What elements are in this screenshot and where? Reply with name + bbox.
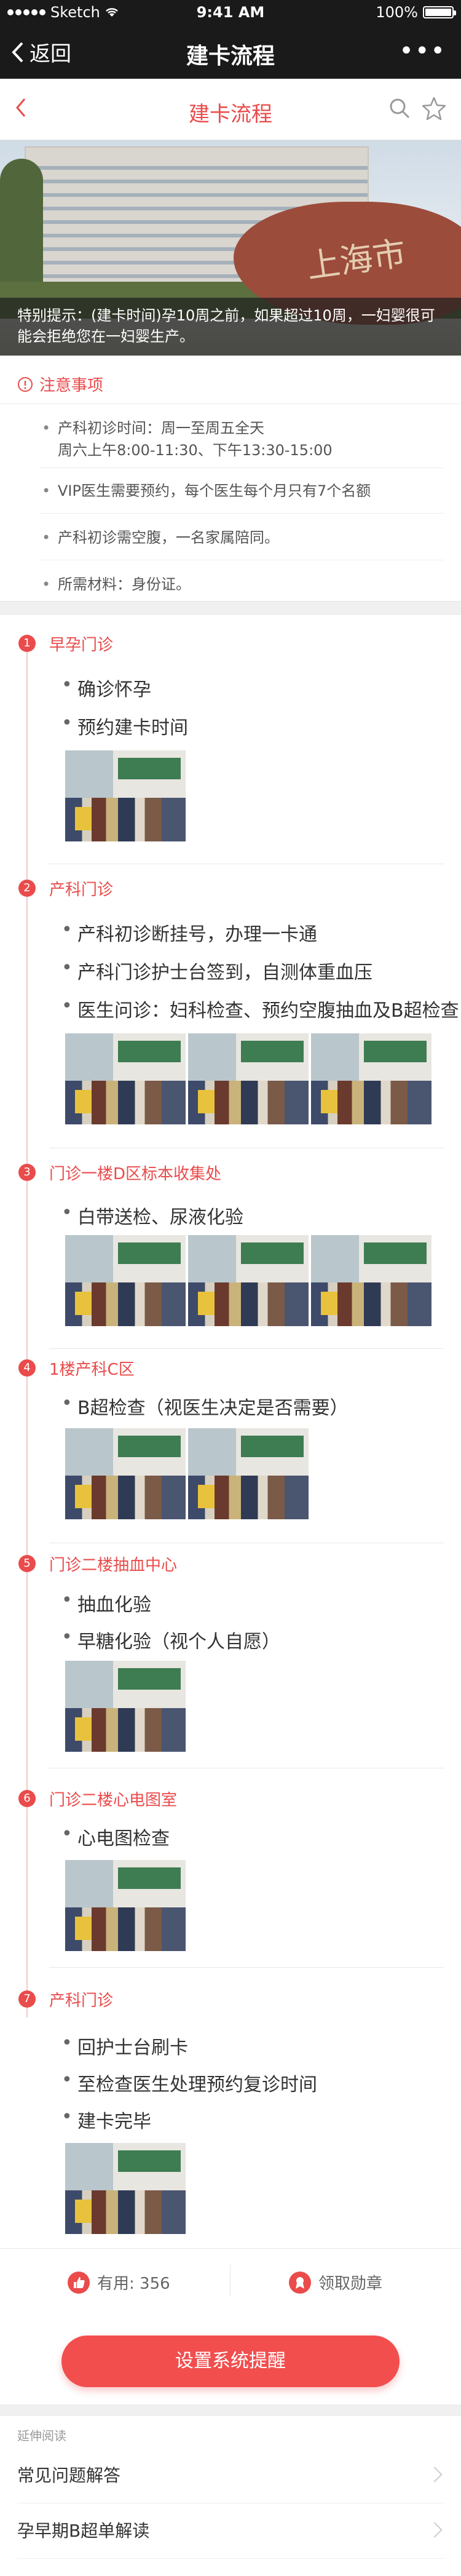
claim-badge-label: 领取勋章 bbox=[318, 2275, 383, 2293]
step-photo[interactable] bbox=[65, 1033, 186, 1124]
step-photo[interactable] bbox=[65, 2143, 186, 2234]
note-item: 产科初诊需空腹，一名家属陪同。 bbox=[39, 527, 444, 549]
step-item: 预约建卡时间 bbox=[61, 712, 188, 739]
nav-bar: 返回 建卡流程 ••• bbox=[0, 25, 461, 79]
notes-heading: 注意事项 bbox=[17, 373, 103, 396]
set-reminder-button[interactable]: 设置系统提醒 bbox=[61, 2335, 400, 2387]
notes-section: 注意事项 产科初诊时间：周一至周五全天 周六上午8:00-11:30、下午13:… bbox=[0, 357, 461, 602]
notes-heading-label: 注意事项 bbox=[39, 376, 104, 395]
step-number: 7 bbox=[18, 1990, 36, 2008]
further-reading: 延伸阅读 常见问题解答 孕早期B超单解读 bbox=[0, 2416, 461, 2576]
nav-title: 建卡流程 bbox=[186, 44, 275, 69]
useful-count: 有用: 356 bbox=[97, 2275, 170, 2293]
step-photo[interactable] bbox=[188, 1428, 309, 1519]
step-item: 抽血化验 bbox=[61, 1589, 151, 1616]
step-photo[interactable] bbox=[65, 1661, 186, 1752]
step-title: 门诊二楼抽血中心 bbox=[49, 1556, 178, 1575]
step-photo[interactable] bbox=[311, 1033, 431, 1124]
alert-icon bbox=[18, 376, 33, 392]
step-title: 早孕门诊 bbox=[49, 636, 114, 654]
step-photo[interactable] bbox=[65, 750, 186, 841]
status-bar: Sketch 9:41 AM 100% bbox=[0, 0, 461, 25]
step-photo[interactable] bbox=[65, 1428, 186, 1519]
special-notice: 特别提示：(建卡时间)孕10周之前，如果超过10周，一妇婴很可能会拒绝您在一妇婴… bbox=[0, 298, 461, 356]
search-icon bbox=[390, 98, 410, 119]
further-reading-item[interactable]: 孕早期B超单解读 bbox=[17, 2503, 444, 2559]
battery-info: 100% bbox=[376, 4, 456, 21]
step-item: 产科门诊护士台签到，自测体重血压 bbox=[61, 957, 372, 984]
battery-icon bbox=[423, 6, 456, 18]
page-header: 建卡流程 bbox=[0, 79, 461, 140]
chevron-right-icon bbox=[427, 2522, 443, 2538]
step-item: 白带送检、尿液化验 bbox=[61, 1202, 243, 1229]
step-photo[interactable] bbox=[65, 1235, 186, 1326]
step-title: 产科门诊 bbox=[49, 881, 114, 899]
step-item: 建卡完毕 bbox=[61, 2106, 151, 2133]
step-item: B超检查（视医生决定是否需要） bbox=[61, 1393, 349, 1420]
step-item: 回护士台刷卡 bbox=[61, 2032, 188, 2059]
step-number: 1 bbox=[18, 635, 36, 652]
reminder-section: 设置系统提醒 bbox=[0, 2312, 461, 2404]
step-photo[interactable] bbox=[188, 1235, 309, 1326]
step-title: 产科门诊 bbox=[49, 1992, 114, 2010]
further-reading-item[interactable]: 常见问题解答 bbox=[17, 2448, 444, 2503]
step-item: 至检查医生处理预约复诊时间 bbox=[61, 2069, 317, 2096]
search-button[interactable] bbox=[388, 97, 411, 122]
note-item: VIP医生需要预约，每个医生每个月只有7个名额 bbox=[39, 480, 444, 502]
star-icon bbox=[422, 97, 446, 121]
thumbs-up-icon bbox=[68, 2271, 90, 2294]
step-item: 心电图检查 bbox=[61, 1823, 170, 1850]
step-title: 门诊一楼D区标本收集处 bbox=[49, 1165, 222, 1183]
step-number: 5 bbox=[18, 1555, 36, 1572]
chevron-right-icon bbox=[427, 2467, 443, 2483]
step-photo[interactable] bbox=[65, 1860, 186, 1951]
step-number: 6 bbox=[18, 1790, 36, 1807]
step-item: 确诊怀孕 bbox=[61, 674, 151, 701]
note-item: 产科初诊时间：周一至周五全天 周六上午8:00-11:30、下午13:30-15… bbox=[39, 417, 444, 461]
further-reading-label: 延伸阅读 bbox=[17, 2428, 66, 2443]
steps-section: 1 早孕门诊 确诊怀孕 预约建卡时间 2 产科门诊 产科初诊断挂号，办理一卡通 … bbox=[0, 615, 461, 2249]
step-number: 3 bbox=[18, 1164, 36, 1181]
step-number: 4 bbox=[18, 1359, 36, 1377]
step-number: 2 bbox=[18, 880, 36, 897]
more-menu-button[interactable]: ••• bbox=[399, 37, 446, 65]
step-item: 产科初诊断挂号，办理一卡通 bbox=[61, 919, 317, 946]
battery-percent: 100% bbox=[376, 4, 418, 21]
medal-icon bbox=[289, 2271, 311, 2294]
note-item: 所需材料：身份证。 bbox=[39, 573, 444, 595]
step-item: 早糖化验（视个人自愿） bbox=[61, 1626, 280, 1653]
timeline-line bbox=[26, 646, 28, 2017]
claim-badge-button[interactable]: 领取勋章 bbox=[289, 2271, 382, 2294]
step-title: 1楼产科C区 bbox=[49, 1361, 135, 1379]
hero-banner: 上海市 特别提示：(建卡时间)孕10周之前，如果超过10周，一妇婴很可能会拒绝您… bbox=[0, 140, 461, 356]
actions-bar: 有用: 356 领取勋章 bbox=[0, 2248, 461, 2312]
step-photo[interactable] bbox=[188, 1033, 309, 1124]
step-photo[interactable] bbox=[311, 1235, 431, 1326]
step-item: 医生问诊：妇科检查、预约空腹抽血及B超检查 bbox=[61, 995, 459, 1022]
useful-button[interactable]: 有用: 356 bbox=[68, 2271, 170, 2294]
favorite-button[interactable] bbox=[422, 96, 446, 123]
step-title: 门诊二楼心电图室 bbox=[49, 1791, 178, 1810]
